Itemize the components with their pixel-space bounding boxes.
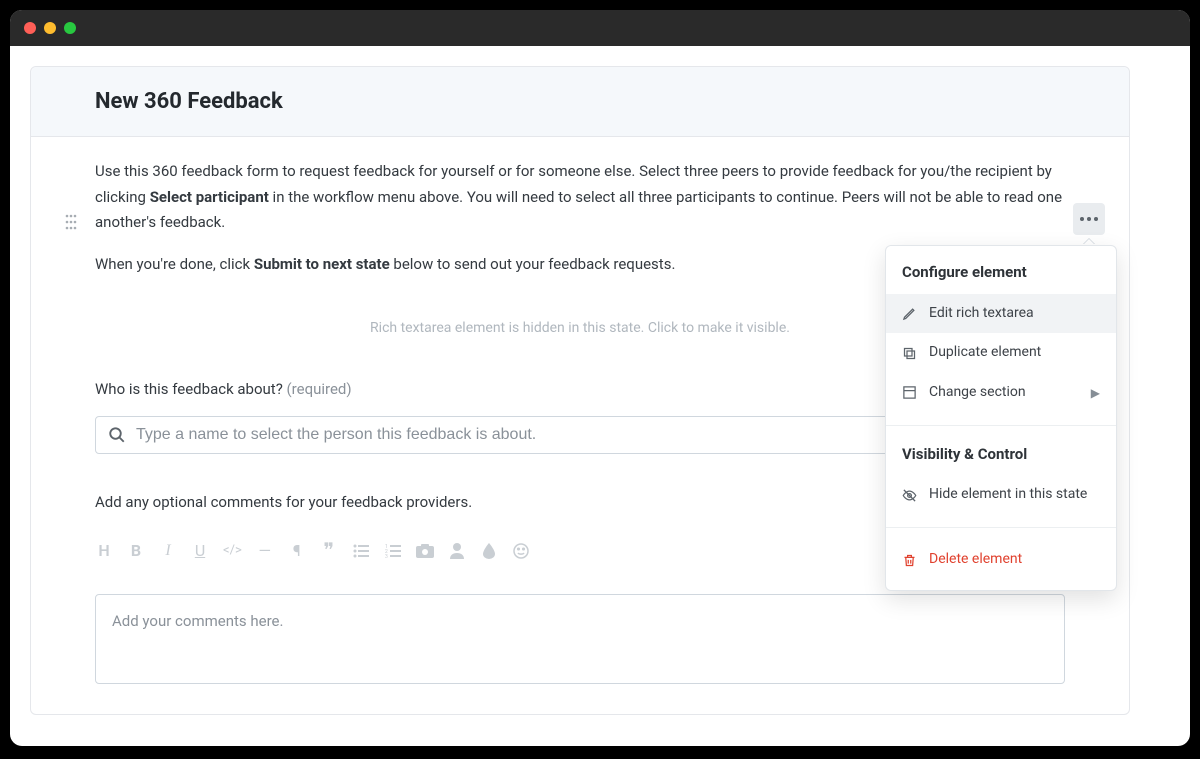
toolbar-bold-button[interactable]: B — [127, 537, 145, 564]
menu-item-label: Duplicate element — [929, 341, 1041, 365]
window-titlebar — [10, 10, 1190, 46]
comments-textarea[interactable]: Add your comments here. — [95, 594, 1065, 684]
feedback-card: New 360 Feedback Use this 360 feedback f… — [30, 66, 1130, 715]
toolbar-hr-button[interactable]: — — [256, 537, 274, 564]
dots-horizontal-icon — [1080, 217, 1098, 221]
page-title: New 360 Feedback — [95, 89, 1065, 114]
window-close-dot[interactable] — [24, 22, 36, 34]
label-text: Who is this feedback about? — [95, 380, 283, 398]
menu-item-label: Edit rich textarea — [929, 302, 1034, 326]
element-more-button[interactable] — [1073, 203, 1105, 235]
toolbar-droplet-button[interactable] — [480, 543, 498, 559]
menu-edit-rich-textarea[interactable]: Edit rich textarea — [886, 294, 1116, 334]
pencil-icon — [902, 306, 917, 321]
toolbar-camera-button[interactable] — [416, 544, 434, 558]
menu-item-label: Delete element — [929, 548, 1022, 572]
menu-separator — [886, 425, 1116, 426]
required-label: (required) — [287, 380, 352, 398]
toolbar-ol-button[interactable]: 123 — [384, 544, 402, 558]
intro-bold: Select participant — [150, 188, 269, 206]
drag-handle-icon[interactable] — [65, 213, 77, 239]
menu-separator — [886, 527, 1116, 528]
popover-section-visibility-title: Visibility & Control — [886, 438, 1116, 476]
chevron-right-icon: ▶ — [1091, 383, 1100, 403]
eye-off-icon — [902, 488, 917, 503]
toolbar-italic-button[interactable]: I — [159, 537, 177, 564]
menu-item-label: Hide element in this state — [929, 483, 1087, 507]
popover-section-config-title: Configure element — [886, 256, 1116, 294]
menu-item-label: Change section — [929, 381, 1026, 405]
intro-text: When you're done, click — [95, 255, 254, 273]
duplicate-icon — [902, 346, 917, 361]
section-icon — [902, 385, 917, 400]
svg-text:3: 3 — [385, 554, 388, 558]
window-zoom-dot[interactable] — [64, 22, 76, 34]
toolbar-underline-button[interactable]: U — [191, 537, 209, 564]
app-window: New 360 Feedback Use this 360 feedback f… — [10, 10, 1190, 746]
card-body: Use this 360 feedback form to request fe… — [31, 137, 1129, 714]
intro-bold: Submit to next state — [254, 255, 390, 273]
toolbar-heading-button[interactable]: H — [95, 537, 113, 564]
menu-change-section[interactable]: Change section ▶ — [886, 373, 1116, 413]
toolbar-ul-button[interactable] — [352, 544, 370, 558]
menu-hide-element[interactable]: Hide element in this state — [886, 475, 1116, 515]
toolbar-person-button[interactable] — [448, 543, 466, 559]
toolbar-emoji-button[interactable] — [512, 543, 530, 559]
search-icon — [108, 426, 126, 444]
intro-para-1: Use this 360 feedback form to request fe… — [95, 159, 1065, 236]
menu-duplicate-element[interactable]: Duplicate element — [886, 333, 1116, 373]
content-area: New 360 Feedback Use this 360 feedback f… — [10, 66, 1190, 746]
trash-icon — [902, 553, 917, 568]
element-context-menu: Configure element Edit rich textarea Dup… — [885, 245, 1117, 591]
toolbar-paragraph-button[interactable]: ¶ — [288, 537, 306, 564]
toolbar-code-button[interactable]: </> — [223, 540, 242, 562]
card-header: New 360 Feedback — [31, 67, 1129, 137]
menu-delete-element[interactable]: Delete element — [886, 540, 1116, 580]
intro-text: below to send out your feedback requests… — [390, 255, 676, 273]
toolbar-quote-button[interactable]: ❞ — [320, 534, 338, 568]
window-minimize-dot[interactable] — [44, 22, 56, 34]
